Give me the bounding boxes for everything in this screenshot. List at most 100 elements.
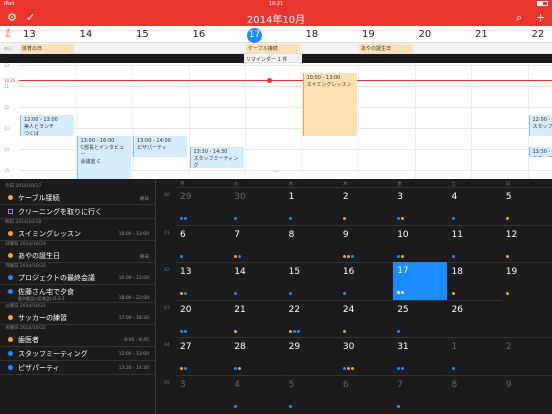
day-column-16[interactable]: 16	[189, 26, 245, 43]
month-day-cell[interactable]: 3	[176, 374, 230, 413]
agenda-item[interactable]: ケーブル接続 終日	[0, 191, 155, 205]
month-day-cell[interactable]: 1	[284, 187, 339, 225]
timed-event[interactable]: 13:00 - 14:00 ピザパーティ	[133, 136, 187, 157]
all-day-event[interactable]: ケーブル接続	[246, 44, 300, 53]
month-day-cell[interactable]: 24	[338, 299, 393, 338]
event-dots	[342, 243, 355, 258]
month-day-cell[interactable]: 17	[393, 262, 448, 300]
month-day-cell[interactable]: 21	[230, 299, 285, 338]
day-column-15[interactable]: 15	[132, 26, 188, 43]
month-day-cell[interactable]: 7	[393, 374, 448, 413]
timed-event[interactable]: 13:30 - 14:30 スタッフミーティング	[189, 146, 244, 168]
event-time: 13:30 - 14:00	[532, 148, 552, 155]
month-day-cell[interactable]: 31	[393, 337, 448, 375]
month-day-cell[interactable]: 10	[393, 224, 448, 263]
month-day-cell[interactable]: 1	[447, 337, 502, 375]
month-title[interactable]: 2014年10月	[0, 11, 552, 26]
agenda-item[interactable]: プロジェクトの最終会議 10:00 - 12:00	[0, 271, 155, 285]
month-day-cell[interactable]: 14	[230, 262, 285, 300]
event-dot	[505, 292, 509, 295]
month-day-cell[interactable]: 8	[284, 224, 339, 263]
event-dots	[451, 280, 456, 295]
month-day-number: 21	[234, 304, 246, 315]
month-day-cell[interactable]: 30	[230, 187, 285, 225]
timed-event[interactable]: 13:00 - 16:00 C部長とインタビュー 会議室 C	[76, 136, 131, 179]
event-dots	[505, 243, 510, 258]
month-day-cell[interactable]: 3	[393, 187, 448, 225]
month-day-cell[interactable]: 25	[393, 299, 448, 338]
month-day-cell[interactable]: 8	[447, 374, 502, 413]
event-dots	[397, 279, 405, 294]
hour-line	[19, 65, 552, 66]
task-checkbox[interactable]	[8, 209, 13, 214]
agenda-list[interactable]: 今日 2014/10/17 ケーブル接続 終日 クリーニングを取りに行く 明日 2014…	[0, 179, 155, 414]
agenda-item-title: 歯医者	[18, 336, 39, 344]
plus-icon[interactable]: +	[536, 10, 545, 25]
agenda-item[interactable]: あやの誕生日 終日	[0, 249, 155, 263]
timed-event[interactable]: 13:30 - 14:00スタッフミ	[528, 146, 552, 158]
day-timeline[interactable]: 1011121314151610:21 10:00 - 13:00スイミングレッ…	[0, 63, 552, 179]
month-day-cell[interactable]: 19	[501, 262, 552, 300]
month-day-cell[interactable]: 6	[176, 224, 230, 263]
month-grid[interactable]: 月火水木金土日 40 29 30 1 2 3 4 5 41 6 7 8 9 10 11 12 42 13 14 15 16…	[155, 179, 552, 414]
search-icon[interactable]: ⌕	[516, 10, 522, 25]
month-day-cell[interactable]: 26	[447, 299, 502, 338]
agenda-item[interactable]: 歯医者 8:00 - 8:45	[0, 333, 155, 347]
day-column-17[interactable]: 17	[245, 26, 301, 43]
agenda-item[interactable]: 佐藤さん宅で夕食 東京都品川区南品川1-2-3 18:00 - 22:00	[0, 285, 155, 303]
day-column-19[interactable]: 19	[358, 26, 414, 43]
month-day-cell[interactable]: 11	[447, 224, 502, 263]
timed-event[interactable]: 10:00 - 13:00 スイミングレッスン	[302, 73, 357, 136]
month-day-cell[interactable]: 7	[230, 224, 285, 263]
month-day-cell[interactable]: 2	[501, 337, 552, 375]
month-day-cell[interactable]: 28	[230, 337, 285, 375]
agenda-item[interactable]: ピザパーティ 13:30 - 14:30	[0, 361, 155, 375]
month-day-cell[interactable]: 29	[284, 337, 339, 375]
timed-event[interactable]: 12:00 - 13:00 美人とランチ つくば	[20, 115, 74, 136]
drag-handle-icon[interactable]: ︵	[266, 165, 286, 174]
month-day-cell[interactable]: 5	[284, 374, 339, 413]
agenda-item[interactable]: クリーニングを取りに行く	[0, 205, 155, 219]
event-dot	[505, 217, 509, 220]
agenda-item[interactable]: サッカーの練習 17:00 - 18:30	[0, 311, 155, 325]
month-day-cell[interactable]: 6	[338, 374, 393, 413]
day-column-22[interactable]: 22	[528, 26, 552, 43]
all-day-event[interactable]: 体育の日	[20, 44, 74, 53]
month-day-cell[interactable]: 4	[230, 374, 285, 413]
event-dot	[342, 292, 346, 295]
all-day-event[interactable]: あやの誕生日	[359, 44, 413, 53]
event-title: スタッフミ	[533, 156, 552, 158]
month-day-cell[interactable]: 18	[447, 262, 502, 300]
day-column-21[interactable]: 21	[471, 26, 527, 43]
timed-event[interactable]: 12:00 - 13:00スタッフミ	[528, 115, 552, 136]
day-column-20[interactable]: 20	[415, 26, 471, 43]
event-dot	[238, 367, 242, 370]
event-dot	[342, 367, 346, 370]
day-number: 22	[531, 29, 545, 40]
month-day-cell[interactable]: 27	[176, 337, 230, 375]
agenda-item[interactable]: スイミングレッスン 10:00 - 13:00	[0, 227, 155, 241]
day-column-14[interactable]: 14	[76, 26, 132, 43]
month-day-cell[interactable]: 5	[501, 187, 552, 225]
month-day-cell[interactable]: 22	[284, 299, 339, 338]
reminder-badge[interactable]: リマインダー 1 件	[244, 54, 302, 63]
event-dots	[397, 355, 405, 370]
day-column-18[interactable]: 18	[302, 26, 358, 43]
month-day-cell[interactable]: 4	[447, 187, 502, 225]
month-day-cell[interactable]: 29	[176, 187, 230, 225]
agenda-item-title: プロジェクトの最終会議	[18, 274, 95, 282]
day-number: 17	[247, 28, 262, 43]
month-day-cell[interactable]: 16	[338, 262, 393, 300]
month-day-cell[interactable]: 13	[176, 262, 230, 300]
month-day-cell[interactable]: 9	[501, 374, 552, 413]
month-day-cell[interactable]: 9	[338, 224, 393, 263]
day-column-13[interactable]: 13	[19, 26, 75, 43]
month-day-cell[interactable]: 15	[284, 262, 339, 300]
month-day-cell[interactable]: 2	[338, 187, 393, 225]
agenda-item[interactable]: スタッフミーティング 12:00 - 13:00	[0, 347, 155, 361]
month-day-cell[interactable]: 30	[338, 337, 393, 375]
month-day-cell[interactable]: 12	[501, 224, 552, 263]
event-dots	[234, 318, 238, 333]
agenda-item-time: 10:00 - 13:00	[118, 232, 149, 237]
month-day-cell[interactable]: 20	[176, 299, 230, 338]
